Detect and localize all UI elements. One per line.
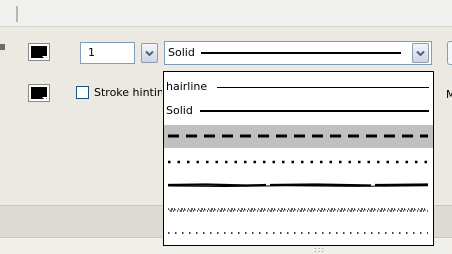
miter-label-partial: M <box>446 88 452 101</box>
style-option-label: hairline <box>166 80 208 93</box>
style-option-solid[interactable]: Solid <box>164 103 433 119</box>
dashed-sample-line <box>168 134 428 138</box>
dotted-sample-line <box>168 160 428 164</box>
stroke-width-input[interactable]: 1 <box>80 42 135 64</box>
style-option-hairline[interactable]: hairline <box>164 79 433 95</box>
hairline-sample-line <box>217 87 429 88</box>
stroke-width-value: 1 <box>88 46 95 59</box>
stroke-color-swatch[interactable] <box>28 43 50 61</box>
ragged-sample-line <box>167 183 429 188</box>
stroke-style-preview-line <box>201 52 401 54</box>
panel-edge-marker <box>0 44 5 50</box>
swatch-arrow-icon <box>42 56 48 59</box>
style-option-dotted[interactable] <box>164 152 433 172</box>
stroke-style-dropdown-list: hairline Solid <box>163 71 434 246</box>
top-toolbar-strip <box>0 0 452 27</box>
style-option-hatched[interactable] <box>164 224 433 242</box>
solid-sample-line <box>200 110 429 112</box>
stroke-width-dropdown-button[interactable] <box>141 43 158 63</box>
stroke-hinting-checkbox[interactable] <box>76 86 89 99</box>
stroke-style-selected-label: Solid <box>168 46 195 59</box>
separator <box>16 6 18 22</box>
style-option-ragged[interactable] <box>164 175 433 195</box>
chevron-down-icon <box>145 50 154 56</box>
fill-color-swatch[interactable] <box>28 84 50 102</box>
style-option-stipple[interactable] <box>164 200 433 220</box>
chevron-down-icon <box>416 50 425 56</box>
stroke-hinting-label: Stroke hinting <box>94 86 162 99</box>
swatch-arrow-icon <box>42 97 48 100</box>
hatched-sample-line <box>168 232 428 234</box>
stroke-style-select[interactable]: Solid <box>164 41 432 65</box>
stroke-style-dropdown-button[interactable] <box>412 43 429 63</box>
style-option-label: Solid <box>166 104 193 117</box>
style-option-dashed[interactable] <box>164 125 433 148</box>
edit-stroke-style-button[interactable] <box>447 41 452 65</box>
stipple-sample-line <box>168 208 428 212</box>
